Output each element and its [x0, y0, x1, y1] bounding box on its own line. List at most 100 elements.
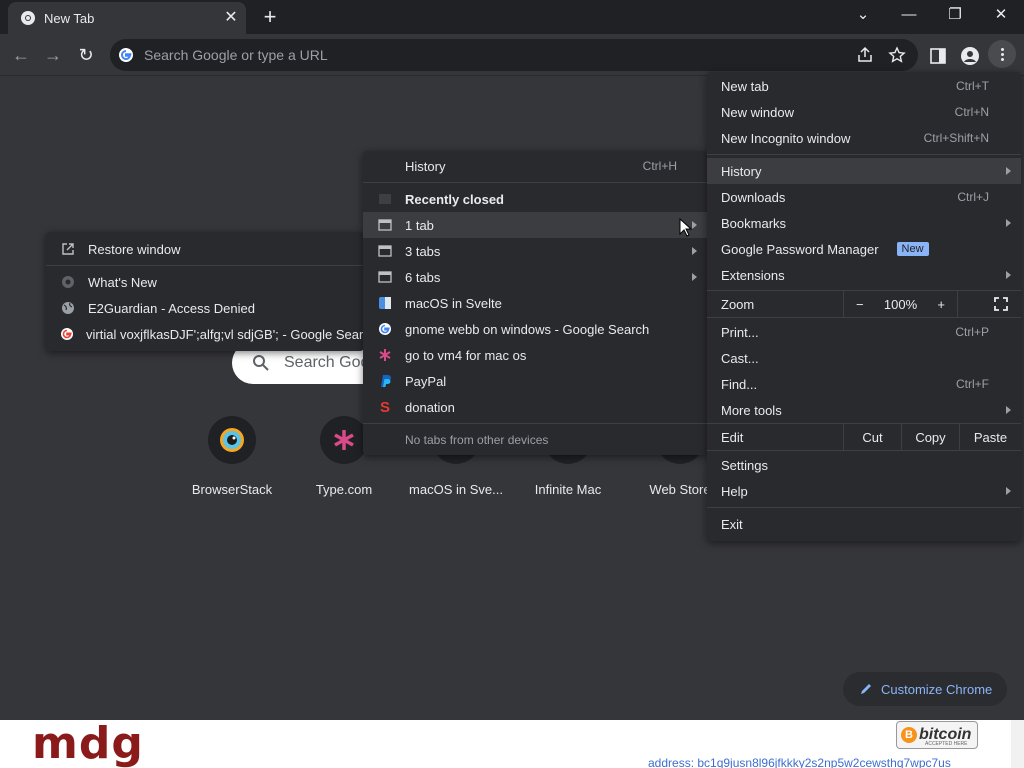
menu-item-label: New Incognito window — [721, 130, 851, 146]
menu-item-help[interactable]: Help — [707, 478, 1021, 504]
chrome-main-menu: New tab Ctrl+T New window Ctrl+N New Inc… — [707, 72, 1021, 541]
zoom-in-button[interactable]: + — [937, 297, 945, 312]
menu-item-label: go to vm4 for mac os — [405, 347, 527, 363]
menu-item-label: What's New — [88, 274, 157, 290]
scrollbar[interactable] — [1011, 720, 1024, 768]
bitcoin-subtext: ACCEPTED HERE — [925, 741, 968, 747]
menu-item-label: No tabs from other devices — [405, 433, 549, 447]
cut-button[interactable]: Cut — [843, 424, 901, 450]
menu-item-find[interactable]: Find... Ctrl+F — [707, 371, 1021, 397]
restore-button[interactable]: ❐ — [940, 4, 970, 26]
chrome-icon — [21, 11, 35, 25]
zoom-out-button[interactable]: − — [856, 297, 864, 312]
menu-item-label: Extensions — [721, 267, 785, 283]
submenu-arrow-icon — [692, 273, 697, 281]
menu-item-bookmarks[interactable]: Bookmarks — [707, 210, 1021, 236]
menu-item-whats-new[interactable]: What's New — [46, 269, 364, 295]
menu-item-donation[interactable]: S donation — [363, 394, 707, 420]
menu-item-vm4[interactable]: go to vm4 for mac os — [363, 342, 707, 368]
menu-item-settings[interactable]: Settings — [707, 452, 1021, 478]
menu-item-more-tools[interactable]: More tools — [707, 397, 1021, 423]
menu-item-label: Find... — [721, 376, 758, 392]
forward-button[interactable]: → — [40, 42, 66, 68]
menu-item-3-tabs[interactable]: 3 tabs — [363, 238, 707, 264]
profile-icon[interactable] — [960, 46, 980, 66]
shortcut-text: Ctrl+F — [956, 377, 989, 391]
asterisk-icon — [377, 347, 393, 363]
omnibox[interactable]: Search Google or type a URL — [110, 39, 918, 71]
tab-close-icon[interactable]: ✕ — [222, 9, 240, 27]
menu-item-downloads[interactable]: Downloads Ctrl+J — [707, 184, 1021, 210]
separator — [363, 182, 707, 183]
shortcut-browserstack[interactable]: BrowserStack — [177, 416, 287, 497]
omnibox-placeholder: Search Google or type a URL — [144, 47, 328, 63]
google-g-icon — [60, 326, 74, 342]
menu-item-label: gnome webb on windows - Google Search — [405, 321, 650, 337]
menu-item-label: Settings — [721, 457, 768, 473]
globe-icon — [60, 300, 76, 316]
window-icon — [377, 269, 393, 285]
submenu-arrow-icon — [1006, 487, 1011, 495]
menu-item-google-search[interactable]: virtial voxjflkasDJF';alfg;vl sdjGB'; - … — [46, 321, 377, 347]
fullscreen-icon[interactable] — [993, 296, 1009, 312]
copy-button[interactable]: Copy — [901, 424, 959, 450]
google-g-icon — [119, 48, 133, 62]
shortcut-text: Ctrl+H — [642, 159, 677, 173]
paste-button[interactable]: Paste — [959, 424, 1021, 450]
menu-item-print[interactable]: Print... Ctrl+P — [707, 319, 1021, 345]
bookmark-star-icon[interactable] — [888, 46, 906, 64]
menu-item-6-tabs[interactable]: 6 tabs — [363, 264, 707, 290]
menu-item-label: donation — [405, 399, 455, 415]
zoom-level: 100% — [883, 296, 918, 312]
s-logo-icon: S — [379, 398, 390, 416]
menu-item-label: virtial voxjflkasDJF';alfg;vl sdjGB'; - … — [86, 326, 378, 342]
external-link-icon — [60, 241, 76, 257]
submenu-arrow-icon — [1006, 219, 1011, 227]
menu-item-new-window[interactable]: New window Ctrl+N — [707, 99, 1021, 125]
shortcut-label: BrowserStack — [191, 482, 273, 497]
customize-chrome-button[interactable]: Customize Chrome — [843, 672, 1007, 706]
menu-item-label: Exit — [721, 516, 743, 532]
menu-item-new-tab[interactable]: New tab Ctrl+T — [707, 73, 1021, 99]
shortcut-text: Ctrl+Shift+N — [923, 131, 989, 145]
bitcoin-accepted-badge: B bitcoin ACCEPTED HERE — [896, 721, 978, 749]
finder-icon — [377, 295, 393, 311]
menu-item-cast[interactable]: Cast... — [707, 345, 1021, 371]
menu-item-e2guardian[interactable]: E2Guardian - Access Denied — [46, 295, 364, 321]
bitcoin-address: address: bc1q9jusn8l96jfkkky2s2np5w2cews… — [648, 756, 951, 768]
menu-item-password-manager[interactable]: Google Password Manager New — [707, 236, 1021, 262]
menu-item-history[interactable]: History Ctrl+H — [363, 153, 707, 179]
separator — [46, 265, 364, 266]
menu-item-restore-window[interactable]: Restore window — [46, 236, 364, 262]
menu-item-1-tab[interactable]: 1 tab — [363, 212, 707, 238]
zoom-row: Zoom − 100% + — [707, 290, 1021, 318]
window-icon — [377, 217, 393, 233]
menu-item-exit[interactable]: Exit — [707, 511, 1021, 537]
tab-search-chevron-icon[interactable]: ⌄ — [848, 4, 878, 26]
menu-item-gnome-webb[interactable]: gnome webb on windows - Google Search — [363, 316, 707, 342]
submenu-arrow-icon — [1006, 406, 1011, 414]
side-panel-icon[interactable] — [928, 46, 948, 66]
menu-item-extensions[interactable]: Extensions — [707, 262, 1021, 288]
menu-kebab-button[interactable] — [988, 40, 1016, 68]
menu-item-label: Cast... — [721, 350, 759, 366]
tab-new-tab[interactable]: New Tab ✕ — [8, 2, 246, 34]
customize-label: Customize Chrome — [881, 681, 993, 697]
menu-item-new-incognito[interactable]: New Incognito window Ctrl+Shift+N — [707, 125, 1021, 151]
menu-item-label: New window — [721, 104, 794, 120]
share-icon[interactable] — [856, 46, 874, 64]
submenu-arrow-icon — [1006, 167, 1011, 175]
new-badge: New — [896, 242, 929, 256]
menu-item-paypal[interactable]: PayPal — [363, 368, 707, 394]
separator — [363, 423, 707, 424]
menu-item-history[interactable]: History — [707, 158, 1021, 184]
new-tab-button[interactable]: + — [258, 6, 282, 30]
close-window-button[interactable]: ✕ — [986, 4, 1016, 26]
browserstack-icon — [208, 416, 256, 464]
chrome-icon — [60, 274, 76, 290]
reload-button[interactable]: ↻ — [73, 42, 99, 68]
separator — [707, 154, 1021, 155]
minimize-button[interactable]: — — [894, 4, 924, 26]
menu-item-macos-svelte[interactable]: macOS in Svelte — [363, 290, 707, 316]
back-button[interactable]: ← — [8, 42, 34, 68]
